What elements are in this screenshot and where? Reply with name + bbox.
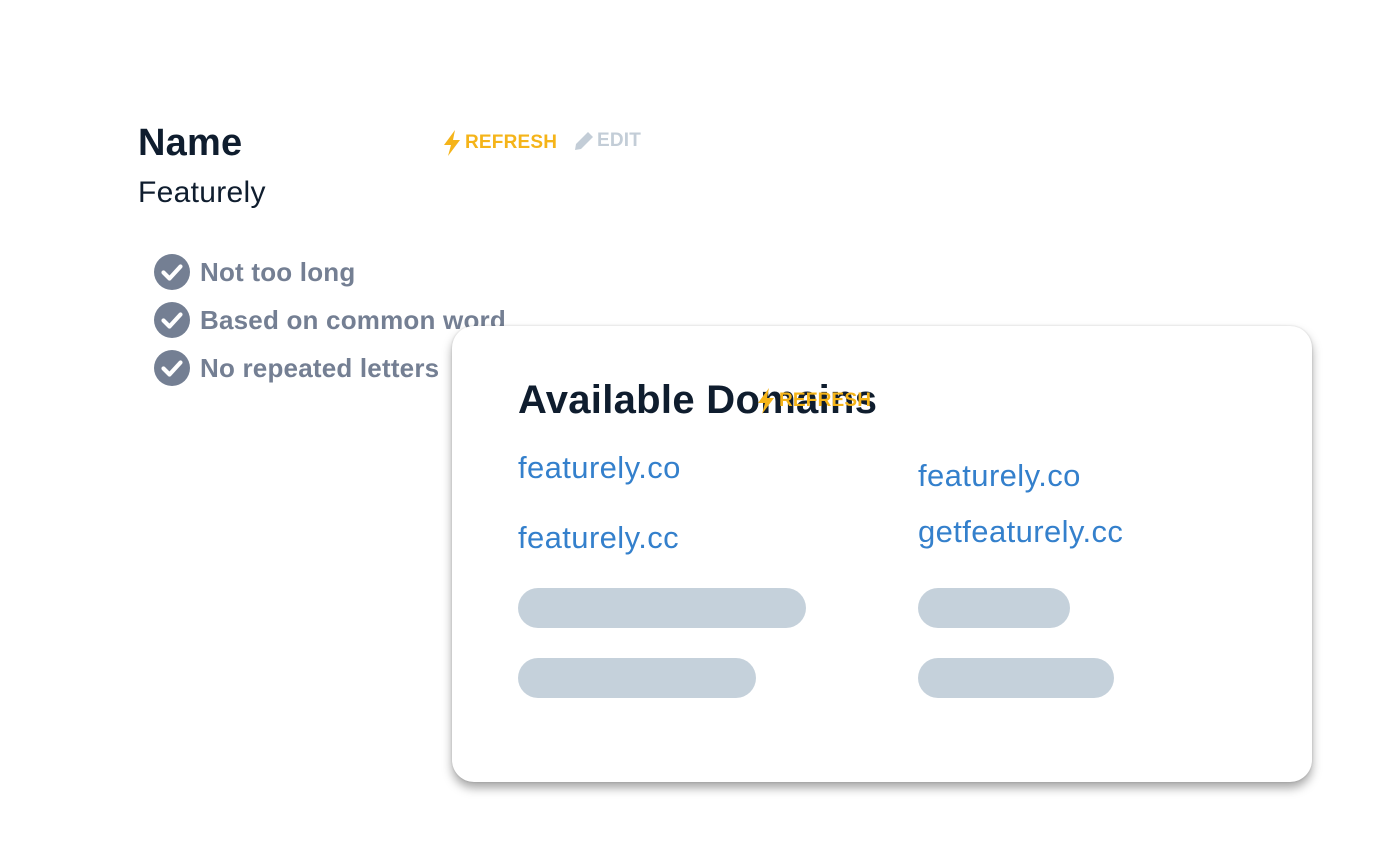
name-header: Name REFRESH EDIT — [138, 118, 698, 168]
name-refresh-label: REFRESH — [465, 132, 558, 153]
lightning-bolt-icon — [442, 130, 462, 156]
loading-placeholder — [518, 658, 756, 698]
name-title: Name — [138, 122, 243, 164]
domain-link[interactable]: featurely.cc — [518, 520, 679, 556]
lightning-bolt-icon — [756, 388, 776, 414]
criteria-label: Not too long — [200, 256, 356, 287]
criteria-item: Not too long — [154, 248, 698, 296]
domain-link[interactable]: featurely.co — [518, 450, 681, 486]
loading-placeholder — [918, 588, 1070, 628]
name-refresh-button[interactable]: REFRESH — [442, 130, 557, 156]
name-edit-label: EDIT — [597, 130, 642, 151]
domains-refresh-label: REFRESH — [779, 390, 872, 411]
check-circle-icon — [154, 254, 190, 290]
check-circle-icon — [154, 302, 190, 338]
name-edit-button[interactable]: EDIT — [574, 130, 641, 152]
loading-placeholder — [518, 588, 806, 628]
name-value: Featurely — [138, 176, 266, 209]
pencil-icon — [574, 131, 594, 151]
check-circle-icon — [154, 350, 190, 386]
domain-link[interactable]: featurely.co — [918, 458, 1081, 494]
criteria-label: No repeated letters — [200, 352, 440, 383]
domains-refresh-button[interactable]: REFRESH — [756, 388, 1232, 414]
available-domains-card: Available Domains REFRESH featurely.co f… — [452, 326, 1312, 782]
domain-link[interactable]: getfeaturely.cc — [918, 514, 1123, 550]
loading-placeholder — [918, 658, 1114, 698]
